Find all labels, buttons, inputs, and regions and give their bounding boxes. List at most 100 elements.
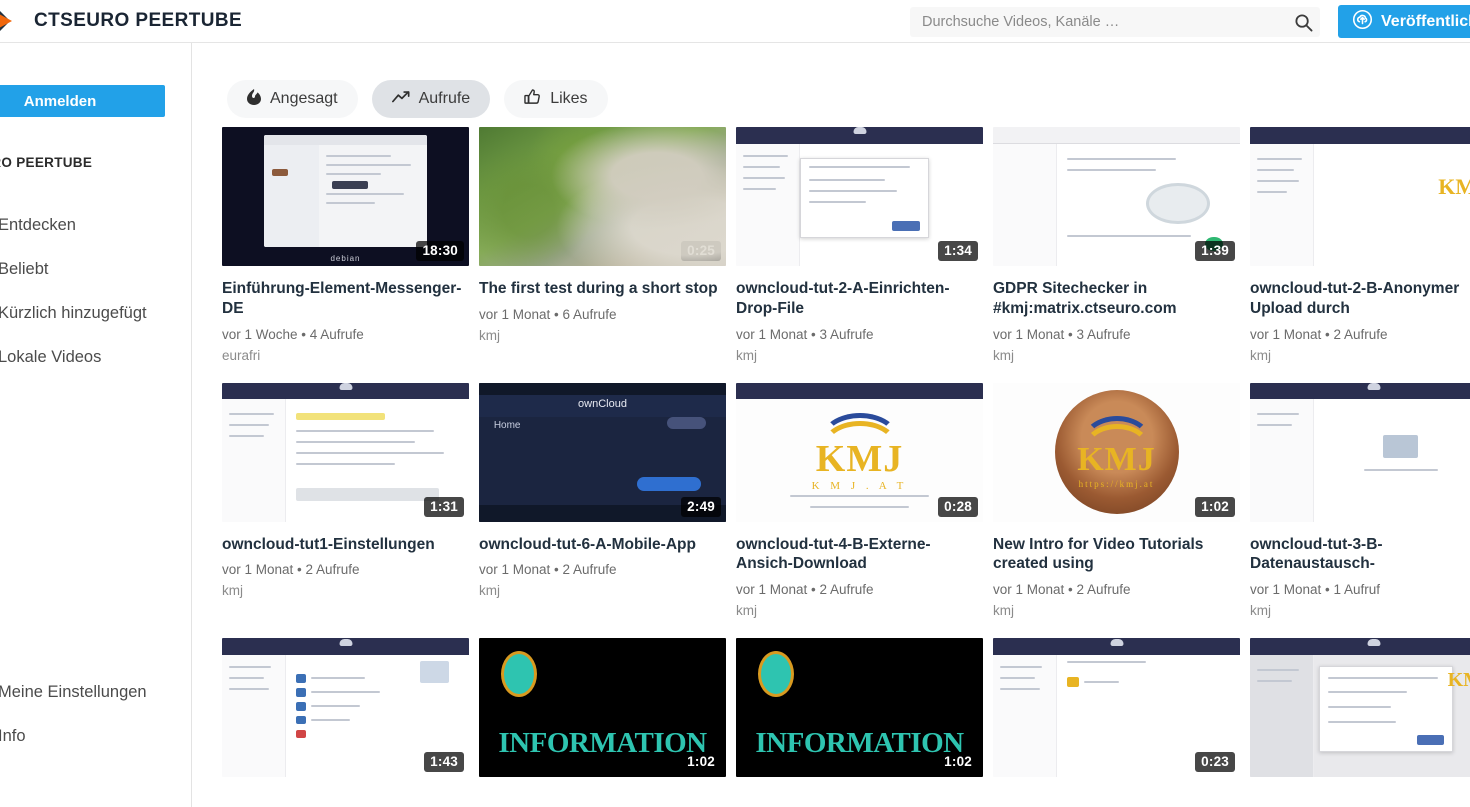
upload-cloud-icon bbox=[1352, 9, 1373, 35]
video-duration: 1:02 bbox=[1195, 496, 1235, 517]
video-owner[interactable]: eurafri bbox=[222, 348, 479, 363]
sidebar: Anmelden EURO PEERTUBE Entdecken Beliebt… bbox=[0, 43, 192, 807]
video-duration: 1:02 bbox=[681, 752, 721, 773]
video-title[interactable]: owncloud-tut-2-B-Anonymer Upload durch bbox=[1250, 279, 1470, 319]
video-title[interactable]: New Intro for Video Tutorials created us… bbox=[993, 535, 1236, 575]
video-meta: vor 1 Monat • 1 Aufruf bbox=[1250, 582, 1381, 598]
video-card[interactable]: INFORMATION 1:02 bbox=[479, 638, 736, 780]
video-thumbnail[interactable]: 1:34 bbox=[736, 127, 983, 269]
video-thumbnail[interactable]: 0:23 bbox=[993, 638, 1240, 780]
video-owner[interactable]: kmj bbox=[1250, 603, 1470, 618]
video-meta: vor 1 Monat • 2 Aufrufe bbox=[736, 582, 874, 598]
video-card[interactable]: KMJ https://kmj.at 1:02 New Intro for Vi… bbox=[993, 382, 1250, 618]
sidebar-nav-lower: Meine Einstellungen Info bbox=[0, 670, 191, 758]
video-thumbnail[interactable]: 1:43 bbox=[222, 638, 469, 780]
video-card[interactable]: KMJ bbox=[1250, 638, 1470, 780]
row-spacer bbox=[1250, 618, 1470, 638]
video-card[interactable]: INFORMATION 1:02 bbox=[736, 638, 993, 780]
video-card[interactable]: KMJ K M J . A T 0:28 owncloud-tut-4-B-Ex… bbox=[736, 382, 993, 618]
video-card[interactable]: owncloud-tut-3-B-Datenaustausch- vor 1 M… bbox=[1250, 382, 1470, 618]
video-duration: 2:49 bbox=[681, 496, 721, 517]
brand[interactable]: CTSEURO PEERTUBE bbox=[0, 8, 242, 34]
search-icon[interactable] bbox=[1286, 7, 1320, 37]
video-thumbnail[interactable]: KMJ https://kmj.at 1:02 bbox=[993, 382, 1240, 525]
video-thumbnail[interactable]: KMJ bbox=[1250, 638, 1470, 780]
search-input[interactable] bbox=[910, 14, 1286, 30]
sidebar-item-trending[interactable]: Beliebt bbox=[0, 247, 191, 291]
video-owner[interactable]: kmj bbox=[479, 328, 736, 343]
publish-button[interactable]: Veröffentlich bbox=[1338, 5, 1470, 38]
video-owner[interactable]: kmj bbox=[993, 348, 1250, 363]
sidebar-item-label: Entdecken bbox=[0, 215, 76, 234]
video-card[interactable]: 1:34 owncloud-tut-2-A-Einrichten-Drop-Fi… bbox=[736, 127, 993, 363]
video-thumbnail[interactable]: ownCloud Home 2:49 bbox=[479, 382, 726, 525]
video-card[interactable]: 0:23 bbox=[993, 638, 1250, 780]
video-card[interactable]: KMJ owncloud-tut-2-B-Anonymer Upload dur… bbox=[1250, 127, 1470, 363]
flame-icon bbox=[247, 88, 261, 110]
video-card[interactable]: 0:25 The first test during a short stop … bbox=[479, 127, 736, 363]
sidebar-item-recently-added[interactable]: Kürzlich hinzugefügt bbox=[0, 291, 191, 335]
video-owner[interactable]: kmj bbox=[736, 603, 993, 618]
video-card[interactable]: 1:31 owncloud-tut1-Einstellungen vor 1 M… bbox=[222, 382, 479, 619]
sidebar-item-label: Meine Einstellungen bbox=[0, 682, 147, 701]
peertube-logo-icon bbox=[0, 8, 26, 34]
video-thumbnail[interactable]: KMJ K M J . A T 0:28 bbox=[736, 382, 983, 525]
video-owner[interactable]: kmj bbox=[1250, 348, 1470, 363]
kmj-portrait-icon: KMJ https://kmj.at bbox=[1054, 390, 1179, 515]
video-card[interactable]: 1:39 GDPR Sitechecker in #kmj:matrix.cts… bbox=[993, 127, 1250, 363]
video-meta: vor 1 Monat • 2 Aufrufe bbox=[1250, 326, 1388, 342]
video-card[interactable]: debian 18:30 Einführung-Element-Messenge… bbox=[222, 127, 479, 363]
video-owner[interactable]: kmj bbox=[222, 583, 479, 598]
sidebar-item-local-videos[interactable]: Lokale Videos bbox=[0, 335, 191, 379]
row-spacer bbox=[222, 363, 479, 383]
video-duration: 0:25 bbox=[681, 241, 721, 261]
video-duration: 18:30 bbox=[416, 241, 464, 261]
row-spacer bbox=[222, 618, 479, 638]
video-title[interactable]: Einführung-Element-Messenger-DE bbox=[222, 279, 465, 319]
video-thumbnail[interactable]: INFORMATION 1:02 bbox=[479, 638, 726, 780]
video-title[interactable]: GDPR Sitechecker in #kmj:matrix.ctseuro.… bbox=[993, 279, 1236, 319]
row-spacer bbox=[479, 363, 736, 383]
video-title[interactable]: owncloud-tut-3-B-Datenaustausch- bbox=[1250, 535, 1470, 575]
video-duration: 1:31 bbox=[424, 496, 464, 517]
login-button[interactable]: Anmelden bbox=[0, 85, 165, 117]
video-owner[interactable]: kmj bbox=[479, 583, 736, 598]
video-owner[interactable]: kmj bbox=[736, 348, 993, 363]
video-title[interactable]: owncloud-tut-6-A-Mobile-App bbox=[479, 535, 722, 555]
video-card[interactable]: ownCloud Home 2:49 owncloud-tut-6-A-Mobi… bbox=[479, 382, 736, 619]
video-thumbnail[interactable]: INFORMATION 1:02 bbox=[736, 638, 983, 780]
video-meta: vor 1 Woche • 4 Aufrufe bbox=[222, 326, 364, 342]
video-thumbnail[interactable]: 1:39 bbox=[993, 127, 1240, 269]
thumbs-up-icon bbox=[524, 88, 541, 110]
filter-pill-label: Aufrufe bbox=[418, 90, 471, 107]
video-duration: 1:39 bbox=[1195, 241, 1235, 261]
video-thumbnail[interactable]: 1:31 bbox=[222, 382, 469, 525]
video-card[interactable]: 1:43 bbox=[222, 638, 479, 780]
video-title[interactable]: The first test during a short stop bbox=[479, 279, 722, 299]
filter-pill-aufrufe[interactable]: Aufrufe bbox=[371, 80, 491, 118]
filter-pill-label: Likes bbox=[550, 90, 588, 107]
sidebar-item-discover[interactable]: Entdecken bbox=[0, 203, 191, 247]
video-title[interactable]: owncloud-tut-4-B-Externe-Ansich-Download bbox=[736, 535, 979, 575]
video-meta: vor 1 Monat • 3 Aufrufe bbox=[993, 326, 1131, 342]
video-thumbnail[interactable]: debian 18:30 bbox=[222, 127, 469, 269]
video-title[interactable]: owncloud-tut-2-A-Einrichten-Drop-File bbox=[736, 279, 979, 319]
top-bar: CTSEURO PEERTUBE Veröffentlich bbox=[0, 0, 1470, 43]
video-meta: vor 1 Monat • 2 Aufrufe bbox=[993, 582, 1131, 598]
sidebar-item-about[interactable]: Info bbox=[0, 714, 191, 758]
publish-button-label: Veröffentlich bbox=[1381, 12, 1470, 30]
video-title[interactable]: owncloud-tut1-Einstellungen bbox=[222, 535, 465, 555]
sidebar-item-label: Beliebt bbox=[0, 259, 49, 278]
video-owner[interactable]: kmj bbox=[993, 603, 1250, 618]
video-thumbnail[interactable]: KMJ bbox=[1250, 127, 1470, 269]
video-meta: vor 1 Monat • 2 Aufrufe bbox=[479, 562, 617, 578]
filter-pill-likes[interactable]: Likes bbox=[504, 80, 608, 118]
row-spacer bbox=[479, 618, 736, 638]
video-thumbnail[interactable]: 0:25 bbox=[479, 127, 726, 269]
row-spacer bbox=[1250, 363, 1470, 383]
filter-pill-angesagt[interactable]: Angesagt bbox=[227, 80, 358, 118]
video-thumbnail[interactable] bbox=[1250, 382, 1470, 525]
sidebar-item-my-settings[interactable]: Meine Einstellungen bbox=[0, 670, 191, 714]
video-meta: vor 1 Monat • 3 Aufrufe bbox=[736, 326, 874, 342]
search-bar[interactable] bbox=[910, 7, 1320, 37]
